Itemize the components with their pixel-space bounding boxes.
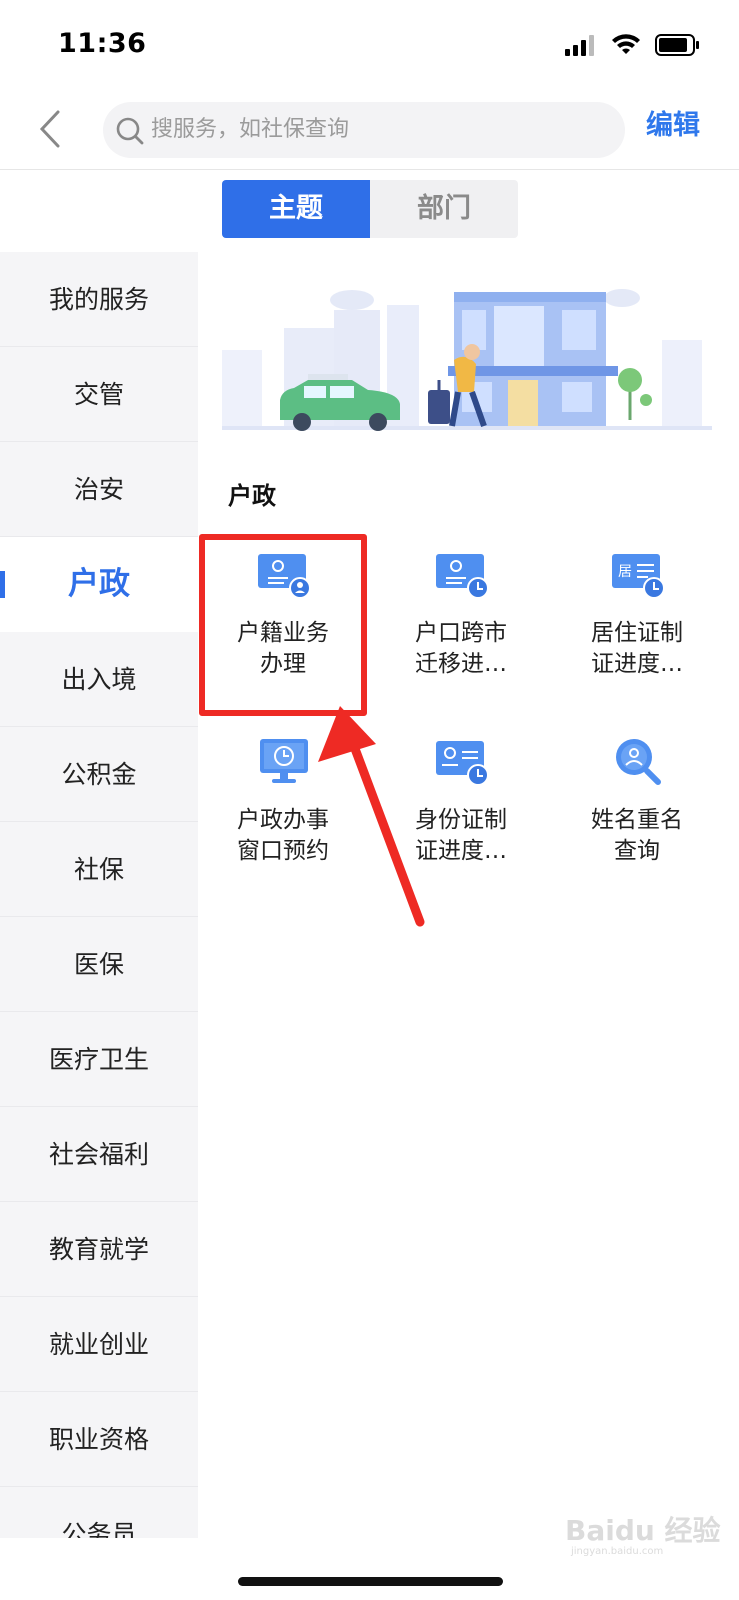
sidebar-item-my-services[interactable]: 我的服务 — [0, 252, 198, 347]
service-label: 姓名重名 查询 — [552, 805, 722, 867]
sidebar-item-healthcare[interactable]: 医疗卫生 — [0, 1012, 198, 1107]
sidebar: 我的服务 交管 治安 户政 出入境 公积金 社保 医保 医疗卫生 社会福利 教育… — [0, 252, 198, 1538]
magnifier-person-icon — [616, 739, 661, 785]
baidu-watermark-logo: Baidu 经验 jingyan.baidu.com — [565, 1514, 721, 1557]
sidebar-item-employment[interactable]: 就业创业 — [0, 1297, 198, 1392]
sidebar-item-exit-entry[interactable]: 出入境 — [0, 632, 198, 727]
svg-text:Baidu 经验: Baidu 经验 — [565, 1514, 721, 1547]
service-label-line1: 姓名重名 — [591, 807, 683, 833]
sidebar-item-social-welfare[interactable]: 社会福利 — [0, 1107, 198, 1202]
status-bar: 11:36 — [0, 0, 739, 90]
service-name-duplicate-query[interactable]: 姓名重名 查询 — [552, 735, 722, 905]
id-card-clock-icon — [436, 554, 489, 599]
sidebar-item-medical-insurance[interactable]: 医保 — [0, 917, 198, 1012]
banner-illustration — [222, 289, 712, 431]
status-icons — [565, 33, 701, 57]
service-label-line1: 居住证制 — [591, 620, 683, 646]
svg-text:jingyan.baidu.com: jingyan.baidu.com — [570, 1546, 663, 1557]
service-label: 户口跨市 迁移进… — [376, 618, 546, 680]
service-label-line1: 户口跨市 — [415, 620, 507, 646]
sidebar-item-education[interactable]: 教育就学 — [0, 1202, 198, 1297]
sidebar-item-household[interactable]: 户政 — [0, 537, 198, 632]
tab-theme[interactable]: 主题 — [222, 180, 370, 238]
wifi-icon — [612, 34, 640, 54]
back-button[interactable] — [32, 106, 72, 152]
nav-bar: 搜服务，如社保查询 编辑 — [0, 90, 739, 170]
category-tabs: 主题 部门 — [222, 180, 518, 238]
search-input[interactable]: 搜服务，如社保查询 — [103, 102, 625, 158]
chevron-left-icon — [39, 110, 60, 148]
service-residence-permit-progress[interactable]: 居 居住证制 证进度… — [552, 548, 722, 718]
cellular-signal-icon — [565, 35, 594, 56]
sidebar-item-social-security[interactable]: 社保 — [0, 822, 198, 917]
section-title: 户政 — [228, 482, 276, 510]
sidebar-item-public-security[interactable]: 治安 — [0, 442, 198, 537]
sidebar-item-housing-fund[interactable]: 公积金 — [0, 727, 198, 822]
annotation-arrow — [318, 706, 425, 927]
svg-text:居: 居 — [618, 564, 632, 580]
tab-department[interactable]: 部门 — [370, 180, 518, 238]
service-label: 居住证制 证进度… — [552, 618, 722, 680]
highlight-box — [199, 534, 367, 716]
sidebar-item-traffic[interactable]: 交管 — [0, 347, 198, 442]
residence-card-clock-icon: 居 — [612, 554, 665, 599]
edit-button[interactable]: 编辑 — [646, 106, 700, 146]
service-cross-city-migration[interactable]: 户口跨市 迁移进… — [376, 548, 546, 718]
sidebar-item-civil-servant[interactable]: 公务员 — [0, 1487, 198, 1538]
service-label-line2: 查询 — [614, 838, 660, 864]
battery-icon — [655, 34, 699, 56]
search-placeholder: 搜服务，如社保查询 — [151, 117, 350, 142]
sidebar-item-qualification[interactable]: 职业资格 — [0, 1392, 198, 1487]
search-icon — [116, 117, 144, 145]
monitor-clock-icon — [260, 739, 308, 783]
status-time: 11:36 — [58, 28, 147, 59]
home-indicator[interactable] — [238, 1577, 503, 1586]
service-label-line2: 证进度… — [591, 651, 683, 677]
service-label-line2: 迁移进… — [415, 651, 507, 677]
